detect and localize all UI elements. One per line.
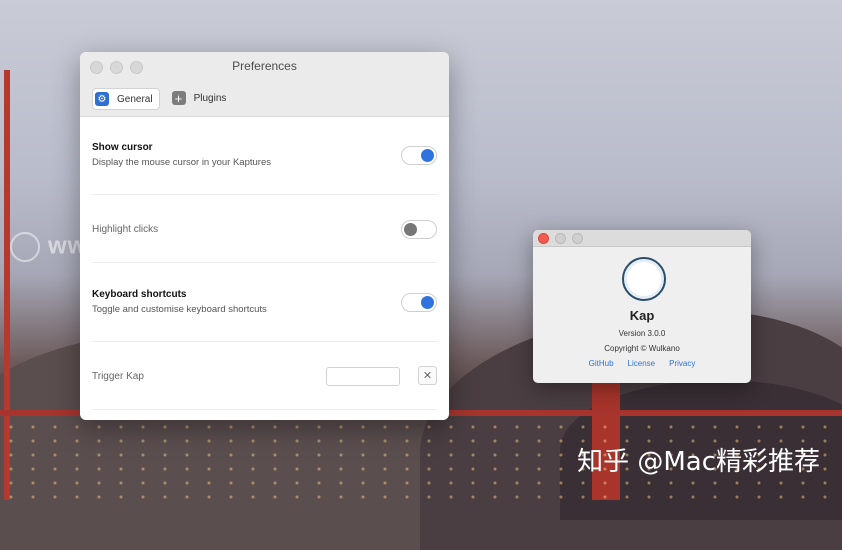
license-link[interactable]: License [628, 359, 656, 368]
divider [92, 194, 437, 195]
setting-title: Keyboard shortcuts [92, 289, 187, 300]
setting-trigger-kap: Trigger Kap ✕ [92, 366, 437, 386]
highlight-clicks-toggle[interactable] [401, 220, 437, 239]
kap-app-icon [622, 257, 666, 301]
setting-subtitle: Toggle and customise keyboard shortcuts [92, 304, 267, 315]
close-button[interactable] [538, 233, 549, 244]
shortcut-input[interactable] [326, 367, 400, 386]
tab-plugins[interactable]: + Plugins [170, 88, 233, 108]
setting-subtitle: Display the mouse cursor in your Kapture… [92, 157, 271, 168]
divider [92, 262, 437, 263]
window-controls [538, 233, 583, 244]
divider [92, 409, 437, 410]
tab-bar: ⚙ General + Plugins [92, 88, 232, 110]
divider [92, 341, 437, 342]
app-copyright: Copyright © Wulkano [604, 344, 680, 353]
tab-label: Plugins [193, 92, 227, 104]
close-icon: ✕ [422, 370, 433, 382]
about-window: Kap Version 3.0.0 Copyright © Wulkano Gi… [533, 230, 751, 383]
app-name: Kap [629, 308, 655, 323]
clear-shortcut-button[interactable]: ✕ [418, 366, 437, 385]
credit-text: 知乎 @Mac精彩推荐 [577, 447, 820, 477]
toggle-knob [421, 149, 434, 162]
window-title: Preferences [232, 59, 297, 73]
tab-general[interactable]: ⚙ General [92, 88, 160, 110]
zoom-button[interactable] [572, 233, 583, 244]
show-cursor-toggle[interactable] [401, 146, 437, 165]
toggle-knob [404, 223, 417, 236]
plus-icon: + [171, 91, 186, 106]
watermark-logo-icon [10, 232, 40, 262]
tab-label: General [117, 93, 153, 105]
setting-show-cursor: Show cursor Display the mouse cursor in … [92, 142, 437, 168]
gear-icon: ⚙ [95, 92, 109, 106]
setting-title: Highlight clicks [92, 224, 159, 235]
setting-title: Show cursor [92, 142, 153, 153]
minimize-button[interactable] [555, 233, 566, 244]
setting-keyboard-shortcuts: Keyboard shortcuts Toggle and customise … [92, 289, 437, 315]
github-link[interactable]: GitHub [589, 359, 614, 368]
privacy-link[interactable]: Privacy [669, 359, 695, 368]
about-links: GitHub License Privacy [533, 359, 751, 368]
toggle-knob [421, 296, 434, 309]
setting-highlight-clicks: Highlight clicks [92, 220, 437, 239]
about-titlebar [533, 230, 751, 247]
titlebar: Preferences ⚙ General + Plugins [80, 52, 449, 117]
app-version: Version 3.0.0 [618, 329, 666, 338]
keyboard-shortcuts-toggle[interactable] [401, 293, 437, 312]
preferences-window: Preferences ⚙ General + Plugins Show cur… [80, 52, 449, 420]
